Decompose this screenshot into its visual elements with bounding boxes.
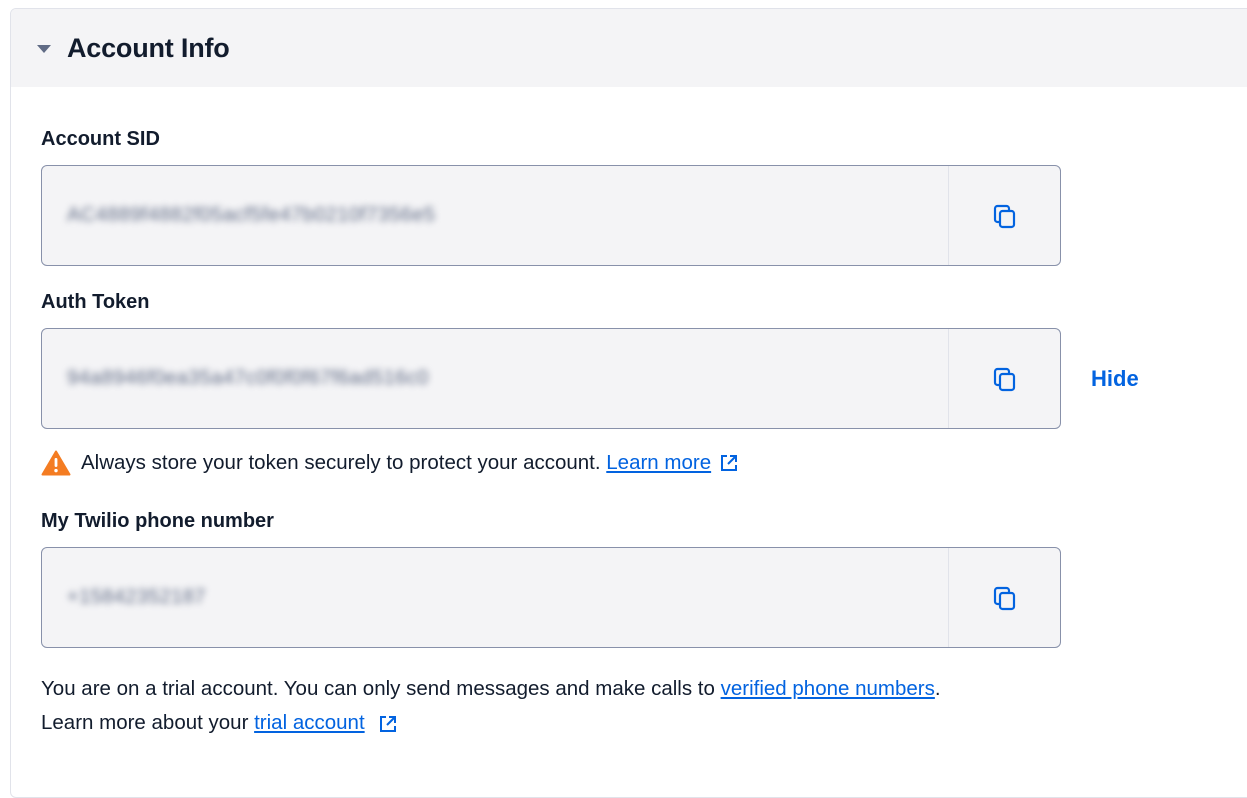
phone-number-row: +15842352187 xyxy=(41,547,1247,648)
copy-auth-token-button[interactable] xyxy=(948,329,1060,428)
external-link-icon[interactable] xyxy=(378,714,398,734)
auth-token-field[interactable]: 94a8946f0ea35a47c0f0f0f67f6ad516c0 xyxy=(41,328,1061,429)
trial-notice-period: . xyxy=(934,677,941,700)
copy-phone-number-button[interactable] xyxy=(948,548,1060,647)
trial-notice-text: You are on a trial account. You can only… xyxy=(41,677,715,700)
copy-icon xyxy=(993,204,1015,228)
copy-icon xyxy=(993,586,1015,610)
auth-token-value: 94a8946f0ea35a47c0f0f0f67f6ad516c0 xyxy=(67,367,429,389)
external-link-icon[interactable] xyxy=(719,453,739,473)
hide-auth-token-button[interactable]: Hide xyxy=(1091,366,1139,392)
auth-token-row: 94a8946f0ea35a47c0f0f0f67f6ad516c0 Hide xyxy=(41,328,1247,429)
learn-more-link[interactable]: Learn more xyxy=(606,451,711,475)
warning-text: Always store your token securely to prot… xyxy=(81,451,601,474)
trial-notice-line-2: Learn more about your trial account xyxy=(41,706,1247,740)
account-sid-row: AC4889f4882f05acf5fe47b0210f7356e5 xyxy=(41,165,1247,266)
trial-learn-text: Learn more about your xyxy=(41,711,249,734)
copy-icon xyxy=(993,367,1015,391)
verified-phone-numbers-link[interactable]: verified phone numbers xyxy=(721,677,935,700)
phone-number-label: My Twilio phone number xyxy=(41,510,274,532)
account-sid-label: Account SID xyxy=(41,128,160,150)
panel-body: Account SID AC4889f4882f05acf5fe47b0210f… xyxy=(11,87,1247,740)
panel-header[interactable]: Account Info xyxy=(11,9,1247,87)
account-sid-field[interactable]: AC4889f4882f05acf5fe47b0210f7356e5 xyxy=(41,165,1061,266)
auth-token-label: Auth Token xyxy=(41,291,150,313)
token-warning: Always store your token securely to prot… xyxy=(41,447,1247,479)
caret-down-icon[interactable] xyxy=(37,45,51,53)
panel-title: Account Info xyxy=(67,32,230,63)
copy-account-sid-button[interactable] xyxy=(948,166,1060,265)
warning-icon xyxy=(41,450,71,476)
account-sid-value: AC4889f4882f05acf5fe47b0210f7356e5 xyxy=(67,204,436,226)
trial-account-link[interactable]: trial account xyxy=(254,711,365,734)
trial-notice-line-1: You are on a trial account. You can only… xyxy=(41,672,1247,706)
account-info-panel: Account Info Account SID AC4889f4882f05a… xyxy=(10,8,1247,798)
phone-number-field[interactable]: +15842352187 xyxy=(41,547,1061,648)
phone-number-value: +15842352187 xyxy=(67,586,206,608)
